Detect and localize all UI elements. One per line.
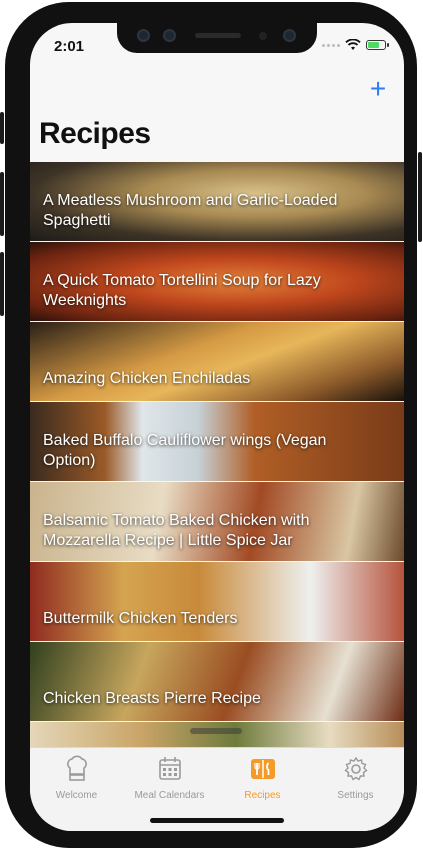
status-time: 2:01 — [54, 38, 85, 55]
speaker-grille — [195, 33, 241, 38]
recipe-title: Baked Buffalo Cauliflower wings (Vegan O… — [43, 432, 327, 469]
add-recipe-button[interactable]: + — [364, 75, 392, 103]
tab-bar: Welcome Meal Calendars Recipes Settings — [30, 747, 404, 831]
recipe-row[interactable] — [30, 722, 404, 747]
recipe-title: A Meatless Mushroom and Garlic-Loaded Sp… — [43, 192, 338, 229]
recipe-row[interactable]: Chicken Breasts Pierre Recipe — [30, 642, 404, 721]
page-title: Recipes — [39, 117, 151, 150]
sensor-icon — [163, 29, 176, 42]
tab-meal-calendars[interactable]: Meal Calendars — [123, 754, 216, 801]
front-camera-icon — [137, 29, 150, 42]
face-id-icon — [283, 29, 296, 42]
recipe-title: Balsamic Tomato Baked Chicken with Mozza… — [43, 512, 310, 549]
volume-down-button — [0, 252, 4, 316]
recipe-title: Buttermilk Chicken Tenders — [43, 610, 238, 627]
recipe-row[interactable]: Baked Buffalo Cauliflower wings (Vegan O… — [30, 402, 404, 481]
home-indicator[interactable] — [150, 818, 284, 823]
calendar-icon — [158, 757, 181, 780]
recipe-row[interactable]: Balsamic Tomato Baked Chicken with Mozza… — [30, 482, 404, 561]
power-button — [418, 152, 422, 242]
tab-label: Welcome — [55, 790, 98, 801]
screen: 2:01 + Recipes A Meatless Mushroom and G… — [30, 23, 404, 831]
recipe-title: A Quick Tomato Tortellini Soup for Lazy … — [43, 272, 321, 309]
signal-icon — [322, 43, 340, 47]
tab-label: Meal Calendars — [134, 790, 205, 801]
tab-recipes[interactable]: Recipes — [216, 754, 309, 801]
phone-frame: 2:01 + Recipes A Meatless Mushroom and G… — [0, 2, 422, 848]
recipe-row[interactable]: Amazing Chicken Enchiladas — [30, 322, 404, 401]
chef-hat-icon — [66, 755, 87, 781]
tab-label: Recipes — [244, 790, 281, 801]
recipe-title: Amazing Chicken Enchiladas — [43, 370, 251, 387]
recipe-row[interactable]: A Meatless Mushroom and Garlic-Loaded Sp… — [30, 162, 404, 241]
mute-switch — [0, 112, 4, 144]
tab-label: Settings — [337, 790, 374, 801]
recipe-title: Chicken Breasts Pierre Recipe — [43, 690, 261, 707]
recipe-row[interactable]: A Quick Tomato Tortellini Soup for Lazy … — [30, 242, 404, 321]
status-icons — [322, 39, 389, 51]
recipe-row[interactable]: Buttermilk Chicken Tenders — [30, 562, 404, 641]
recipe-book-icon — [250, 759, 275, 779]
volume-up-button — [0, 172, 4, 236]
tab-settings[interactable]: Settings — [309, 754, 402, 801]
battery-icon — [366, 40, 389, 50]
wifi-icon — [345, 39, 361, 50]
gear-icon — [343, 756, 368, 781]
recipe-list[interactable]: A Meatless Mushroom and Garlic-Loaded Sp… — [30, 162, 404, 747]
proximity-sensor-icon — [259, 32, 267, 40]
notch — [117, 23, 317, 53]
tab-welcome[interactable]: Welcome — [30, 754, 123, 801]
drag-handle[interactable] — [190, 728, 242, 734]
